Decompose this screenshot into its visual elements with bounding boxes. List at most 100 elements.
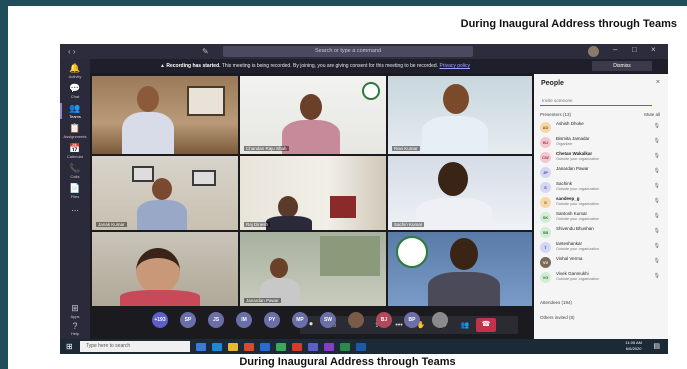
- teams-icon: 👥: [69, 103, 81, 113]
- onenote-icon[interactable]: [324, 342, 334, 351]
- video-tile[interactable]: Sachin Kumar: [388, 156, 532, 230]
- rail-item-assignments[interactable]: 📋 Assignments: [60, 123, 90, 139]
- microphone-icon: 🎙: [653, 168, 660, 174]
- list-item[interactable]: VG Vivek Ganmukhi Outside your organizat…: [540, 271, 664, 285]
- video-tile[interactable]: Ravi Kumar: [388, 76, 532, 154]
- rail-item-chat[interactable]: 💬 Chat: [60, 83, 90, 99]
- maximize-icon[interactable]: □: [632, 45, 637, 54]
- close-icon[interactable]: ×: [651, 45, 656, 54]
- rail-item-calendar[interactable]: 📅 Calendar: [60, 143, 90, 159]
- compose-icon[interactable]: ✎: [202, 47, 209, 56]
- participant-avatars: +193 SP JS IM PY MP SW BJ BP: [152, 312, 460, 332]
- video-tile[interactable]: Raj Dinesh: [240, 156, 386, 230]
- excel-icon[interactable]: [340, 342, 350, 351]
- others-invited-section[interactable]: Others invited (8): [540, 315, 575, 320]
- wall-painting: [187, 86, 225, 116]
- rail-item-help[interactable]: ? Help: [60, 321, 90, 336]
- avatar: VG: [540, 272, 551, 283]
- close-icon[interactable]: ×: [656, 79, 660, 86]
- video-tile[interactable]: Janak Kumar: [92, 156, 238, 230]
- video-tile[interactable]: Chandan Raju Shah: [240, 76, 386, 154]
- taskbar-search-input[interactable]: Type here to search: [80, 341, 190, 352]
- back-forward-icon[interactable]: ‹ ›: [68, 47, 92, 56]
- list-item[interactable]: CW Chetan Wakalkar Outside your organiza…: [540, 151, 664, 165]
- avatar: SB: [540, 227, 551, 238]
- attendees-section[interactable]: Attendees (194): [540, 300, 572, 305]
- recording-banner: ▲ Recording has started. This meeting is…: [90, 59, 668, 73]
- help-icon: ?: [72, 321, 78, 331]
- phone-icon: 📞: [69, 163, 81, 173]
- avatar[interactable]: IM: [236, 312, 252, 328]
- word-icon[interactable]: [260, 342, 270, 351]
- outlook-icon[interactable]: [356, 342, 366, 351]
- microphone-icon: 🎙: [653, 258, 660, 264]
- microphone-icon: 🎙: [653, 123, 660, 129]
- list-item[interactable]: JP Janardan Pawar 🎙: [540, 166, 664, 180]
- list-item[interactable]: S Sachink Outside your organization 🎙: [540, 181, 664, 195]
- avatar[interactable]: PY: [264, 312, 280, 328]
- avatar[interactable]: JS: [208, 312, 224, 328]
- notification-icon[interactable]: ▤: [653, 342, 660, 350]
- avatar[interactable]: SW: [320, 312, 336, 328]
- avatar: S: [540, 182, 551, 193]
- file-explorer-icon[interactable]: [228, 342, 238, 351]
- rail-item-calls[interactable]: 📞 Calls: [60, 163, 90, 179]
- dismiss-button[interactable]: Dismiss: [592, 61, 652, 71]
- list-item[interactable]: VV Vishal Verma 🎙: [540, 256, 664, 270]
- avatar[interactable]: BJ: [376, 312, 392, 328]
- avatar: CW: [540, 152, 551, 163]
- avatar: AD: [540, 122, 551, 133]
- rail-item-apps[interactable]: ⊞ Apps: [60, 303, 90, 319]
- video-tile[interactable]: [388, 232, 532, 306]
- recording-message: ▲ Recording has started. This meeting is…: [160, 63, 471, 69]
- teams-taskbar-icon[interactable]: [308, 342, 318, 351]
- video-tile[interactable]: [92, 76, 238, 154]
- list-item[interactable]: T tanteshankar Outside your organization…: [540, 241, 664, 255]
- microphone-icon: 🎙: [653, 243, 660, 249]
- video-tile[interactable]: Janardan Pawar: [240, 232, 386, 306]
- system-clock[interactable]: 11:05 AM 6/6/2020: [625, 340, 642, 352]
- teams-window: ‹ › ✎ Search or type a command – □ × 🔔 A…: [60, 44, 668, 354]
- panel-title: People: [541, 80, 564, 87]
- mute-all-link[interactable]: Mute all: [644, 112, 660, 117]
- chrome-icon[interactable]: [276, 342, 286, 351]
- search-input[interactable]: Search or type a command: [223, 46, 473, 57]
- task-view-icon[interactable]: [196, 342, 206, 351]
- institute-logo: [396, 236, 428, 268]
- video-tile[interactable]: [92, 232, 238, 306]
- rail-item-more[interactable]: ...: [60, 203, 90, 213]
- slide-frame: During Inaugural Address through Teams ‹…: [0, 0, 687, 369]
- avatar: SK: [540, 212, 551, 223]
- avatar[interactable]: [348, 312, 364, 328]
- avatar[interactable]: MP: [292, 312, 308, 328]
- more-icon: ...: [71, 203, 79, 213]
- microphone-icon: 🎙: [653, 228, 660, 234]
- list-item[interactable]: SK Santosh Kumar Outside your organizati…: [540, 211, 664, 225]
- avatar[interactable]: [588, 46, 599, 57]
- list-item[interactable]: S sandeep_g Outside your organization 🎙: [540, 196, 664, 210]
- avatar[interactable]: BP: [404, 312, 420, 328]
- privacy-policy-link[interactable]: Privacy policy: [439, 63, 470, 69]
- window-background: [320, 236, 380, 276]
- avatar: JP: [540, 167, 551, 178]
- list-item[interactable]: BJ Bismita Jamadar Organizer 🎙: [540, 136, 664, 150]
- edge-icon[interactable]: [212, 342, 222, 351]
- list-item[interactable]: AD Ashish Dhoke 🎙: [540, 121, 664, 135]
- powerpoint-icon[interactable]: [292, 342, 302, 351]
- avatar: T: [540, 242, 551, 253]
- rail-item-teams[interactable]: 👥 Teams: [60, 103, 90, 119]
- minimize-icon[interactable]: –: [613, 45, 617, 54]
- office-icon[interactable]: [244, 342, 254, 351]
- windows-start-icon[interactable]: ⊞: [66, 342, 80, 351]
- avatar[interactable]: +193: [152, 312, 168, 328]
- avatar[interactable]: [432, 312, 448, 328]
- hang-up-button[interactable]: ☎: [476, 318, 496, 332]
- rail-item-activity[interactable]: 🔔 Activity: [60, 63, 90, 79]
- invite-input[interactable]: Invite someone: [540, 96, 652, 106]
- rail-item-files[interactable]: 📄 Files: [60, 183, 90, 199]
- presenters-section[interactable]: Presenters (13): [540, 112, 571, 117]
- caption-top: During Inaugural Address through Teams: [460, 18, 677, 30]
- list-item[interactable]: SB Shivendu Bhushan 🎙: [540, 226, 664, 240]
- microphone-icon: 🎙: [653, 273, 660, 279]
- avatar[interactable]: SP: [180, 312, 196, 328]
